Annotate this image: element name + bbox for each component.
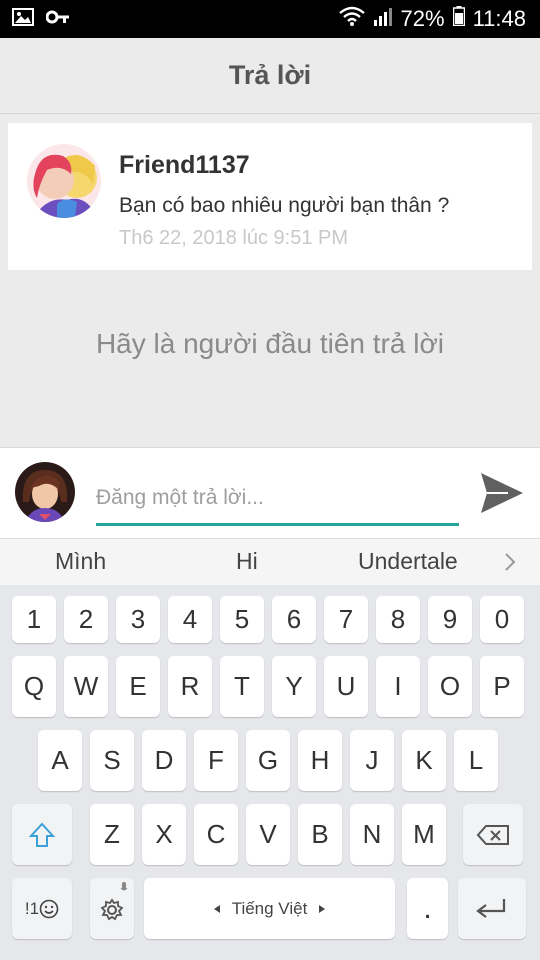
chevron-right-icon[interactable] [503,551,517,578]
clock: 11:48 [472,6,526,31]
key-l[interactable]: L [454,730,498,791]
backspace-icon [476,824,509,845]
key-0[interactable]: 0 [480,596,524,643]
enter-icon [476,898,506,918]
key-v[interactable]: V [246,804,290,865]
question-text: Bạn có bao nhiêu người bạn thân ? [119,194,450,217]
suggestion-2[interactable]: Hi [236,548,258,575]
signal-icon [373,6,393,32]
status-bar: 72% 11:48 [0,0,540,38]
key-b[interactable]: B [298,804,342,865]
key-c[interactable]: C [194,804,238,865]
send-button[interactable] [478,470,526,516]
period-key[interactable]: . [407,878,448,939]
key-t[interactable]: T [220,656,264,717]
arrow-right-icon [319,904,326,913]
app-bar: Trả lời [0,38,540,114]
key-6[interactable]: 6 [272,596,316,643]
key-r[interactable]: R [168,656,212,717]
wifi-icon [338,6,365,32]
empty-state-message: Hãy là người đầu tiên trả lời [95,328,445,359]
key-f[interactable]: F [194,730,238,791]
reply-input[interactable] [96,472,459,526]
reply-bar [0,447,540,538]
gear-icon [100,897,124,920]
enter-key[interactable] [458,878,526,939]
microphone-icon [120,882,128,891]
space-label: Tiếng Việt [231,898,308,918]
key-x[interactable]: X [142,804,186,865]
user-avatar [15,462,75,522]
key-1[interactable]: 1 [12,596,56,643]
key-m[interactable]: M [402,804,446,865]
space-key[interactable]: Tiếng Việt [144,878,395,939]
key-7[interactable]: 7 [324,596,368,643]
key-k[interactable]: K [402,730,446,791]
image-icon [12,8,34,31]
question-timestamp: Th6 22, 2018 lúc 9:51 PM [119,227,349,249]
key-j[interactable]: J [350,730,394,791]
question-card: Friend1137 Bạn có bao nhiêu người bạn th… [8,123,532,270]
key-s[interactable]: S [90,730,134,791]
key-d[interactable]: D [142,730,186,791]
key-2[interactable]: 2 [64,596,108,643]
key-3[interactable]: 3 [116,596,160,643]
suggestion-3[interactable]: Undertale [358,548,458,575]
key-w[interactable]: W [64,656,108,717]
key-z[interactable]: Z [90,804,134,865]
key-i[interactable]: I [376,656,420,717]
suggestion-1[interactable]: Mình [55,548,106,575]
key-a[interactable]: A [38,730,82,791]
arrow-left-icon [213,904,220,913]
key-4[interactable]: 4 [168,596,212,643]
shift-key[interactable] [12,804,72,865]
key-9[interactable]: 9 [428,596,472,643]
on-screen-keyboard: 1 2 3 4 5 6 7 8 9 0 Q W E R T Y U I O P … [0,585,540,960]
battery-icon [452,6,465,32]
send-icon [481,473,523,513]
author-name[interactable]: Friend1137 [119,151,250,180]
key-g[interactable]: G [246,730,290,791]
key-o[interactable]: O [428,656,472,717]
key-5[interactable]: 5 [220,596,264,643]
settings-key[interactable] [90,878,134,939]
author-avatar[interactable] [27,144,101,218]
key-n[interactable]: N [350,804,394,865]
key-p[interactable]: P [480,656,524,717]
battery-percent: 72% [400,6,445,31]
keyboard-suggestion-bar: Mình Hi Undertale [0,538,540,585]
key-8[interactable]: 8 [376,596,420,643]
shift-icon [28,822,56,847]
page-title: Trả lời [228,60,312,90]
key-u[interactable]: U [324,656,368,717]
key-e[interactable]: E [116,656,160,717]
symbols-label: !1 [24,898,40,918]
symbols-key[interactable]: !1 [12,878,72,939]
key-q[interactable]: Q [12,656,56,717]
key-icon [45,10,70,29]
key-h[interactable]: H [298,730,342,791]
backspace-key[interactable] [463,804,523,865]
emoji-icon [39,899,59,918]
key-y[interactable]: Y [272,656,316,717]
